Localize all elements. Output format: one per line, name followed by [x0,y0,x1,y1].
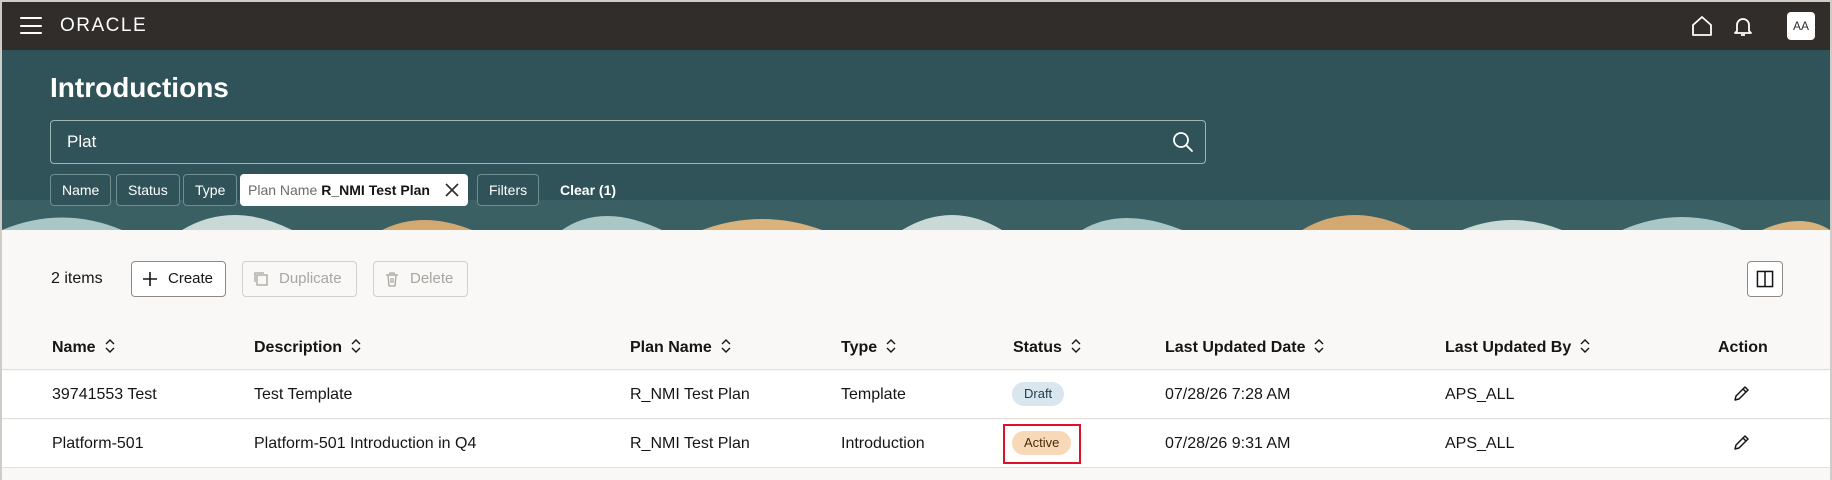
sort-icon[interactable] [1070,339,1082,353]
edit-pencil-icon[interactable] [1732,385,1750,403]
cell-last-updated-by: APS_ALL [1445,435,1515,452]
column-header-action: Action [1718,339,1768,356]
bell-icon[interactable] [1731,14,1755,38]
table-header: Name Description Plan Name Type Status L… [2,324,1830,370]
sort-icon[interactable] [1313,339,1325,353]
duplicate-button-label: Duplicate [279,270,342,287]
duplicate-icon [254,272,268,286]
search-box [50,120,1206,164]
column-header-type[interactable]: Type [841,339,897,357]
search-input[interactable] [67,121,1147,163]
cell-type: Introduction [841,435,925,452]
create-button[interactable]: Create [131,261,226,297]
trash-icon [386,272,398,287]
sort-icon[interactable] [885,339,897,353]
duplicate-button[interactable]: Duplicate [242,261,357,297]
plus-icon [143,272,157,286]
table-row[interactable]: Platform-501 Platform-501 Introduction i… [2,420,1830,468]
cell-last-updated-date: 07/28/26 7:28 AM [1165,386,1291,403]
split-panel-icon [1756,270,1774,288]
sort-icon[interactable] [720,339,732,353]
status-badge: Draft [1012,382,1065,406]
column-header-plan-name[interactable]: Plan Name [630,339,732,357]
column-header-status[interactable]: Status [1013,339,1082,357]
close-icon[interactable] [444,182,460,198]
page-title: Introductions [50,72,229,103]
edit-pencil-icon[interactable] [1732,434,1750,452]
hamburger-menu-icon[interactable] [20,17,42,35]
clear-filters-link[interactable]: Clear (1) [560,182,616,198]
filters-button[interactable]: Filters [477,174,540,206]
status-badge: Active [1012,431,1072,455]
cell-name: 39741553 Test [52,386,157,403]
cell-plan-name: R_NMI Test Plan [630,435,750,452]
column-header-last-updated-date[interactable]: Last Updated Date [1165,339,1325,357]
items-count: 2 items [51,270,103,287]
split-view-button[interactable] [1747,261,1783,297]
app-frame: ORACLE AA Introductions Plat Name Status… [0,0,1832,480]
table-row[interactable]: 39741553 Test Test Template R_NMI Test P… [2,371,1830,419]
user-avatar[interactable]: AA [1787,12,1815,40]
cell-description: Platform-501 Introduction in Q4 [254,435,477,452]
filter-chip-status[interactable]: Status [116,174,180,206]
active-filter-plan-name[interactable]: Plan Name R_NMI Test Plan [240,174,468,206]
create-button-label: Create [168,270,214,287]
sort-icon[interactable] [104,339,116,353]
filter-chip-name[interactable]: Name [50,174,112,206]
column-header-last-updated-by[interactable]: Last Updated By [1445,339,1591,357]
cell-last-updated-by: APS_ALL [1445,386,1515,403]
sort-icon[interactable] [1579,339,1591,353]
cell-description: Test Template [254,386,353,403]
oracle-logo: ORACLE [60,15,148,36]
page-header: Introductions Name Status Type Plan Name… [2,50,1830,230]
active-filter-value: R_NMI Test Plan [321,182,430,198]
column-header-description[interactable]: Description [254,339,362,357]
sort-icon[interactable] [350,339,362,353]
results-panel: 2 items Create Duplicate Delete Name Des… [2,230,1830,480]
cell-plan-name: R_NMI Test Plan [630,386,750,403]
home-icon[interactable] [1690,14,1714,38]
cell-last-updated-date: 07/28/26 9:31 AM [1165,435,1291,452]
column-header-name[interactable]: Name [52,339,116,357]
search-icon[interactable] [1171,130,1195,154]
cell-type: Template [841,386,906,403]
delete-button-label: Delete [410,270,454,287]
cell-name: Platform-501 [52,435,144,452]
delete-button[interactable]: Delete [373,261,468,297]
filter-chip-type[interactable]: Type [183,174,238,206]
active-filter-key: Plan Name [248,182,318,198]
top-bar: ORACLE AA [2,2,1830,50]
